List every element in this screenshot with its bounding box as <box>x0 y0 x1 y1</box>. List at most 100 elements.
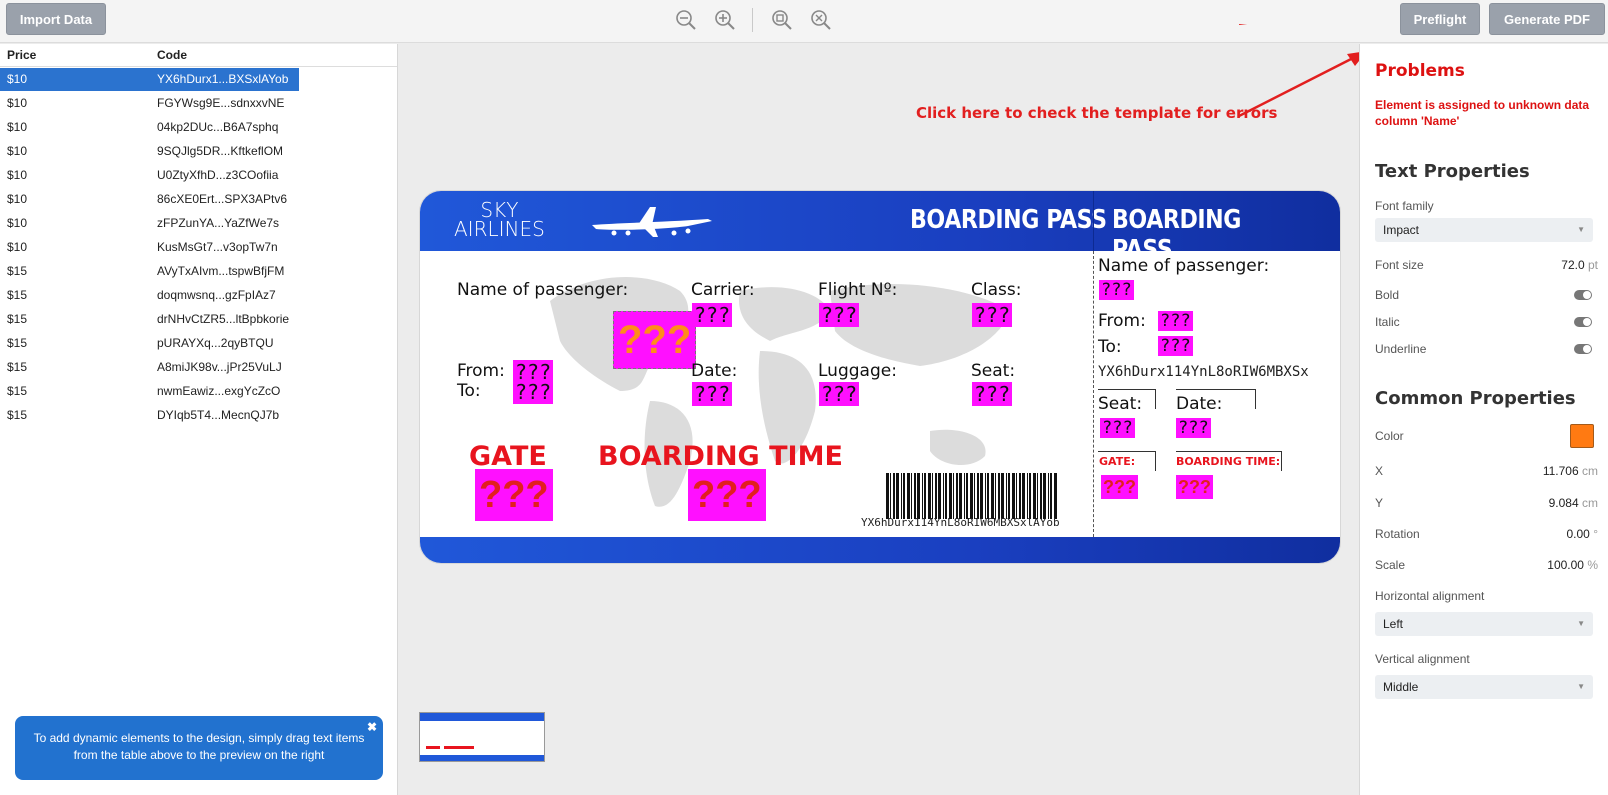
table-row[interactable]: $10 U0ZtyXfhD...z3COofiia <box>0 163 397 187</box>
rotation-field[interactable]: 0.00 ° <box>1566 527 1598 541</box>
horizontal-alignment-value: Left <box>1383 617 1404 631</box>
generate-pdf-button[interactable]: Generate PDF <box>1489 3 1605 35</box>
placeholder-boarding-time[interactable]: ??? <box>688 469 766 521</box>
stub-placeholder-seat[interactable]: ??? <box>1100 418 1135 438</box>
code-cell[interactable]: FGYWsg9E...sdnxxvNE <box>157 96 299 110</box>
page-thumbnail[interactable] <box>419 712 545 762</box>
bold-toggle[interactable] <box>1574 290 1592 300</box>
placeholder-luggage[interactable]: ??? <box>819 382 860 406</box>
italic-toggle[interactable] <box>1574 317 1592 327</box>
table-row[interactable]: $10 zFPZunYA...YaZfWe7s <box>0 211 397 235</box>
chevron-down-icon: ▼ <box>1577 682 1585 691</box>
scale-field[interactable]: 100.00 % <box>1547 558 1598 572</box>
placeholder-carrier[interactable]: ??? <box>692 303 733 327</box>
stub-placeholder-from[interactable]: ??? <box>1158 311 1193 331</box>
placeholder-gate[interactable]: ??? <box>475 469 553 521</box>
zoom-out-icon[interactable] <box>675 9 697 31</box>
underline-toggle[interactable] <box>1574 344 1592 354</box>
price-cell[interactable]: $15 <box>0 336 157 350</box>
code-cell[interactable]: DYIqb5T4...MecnQJ7b <box>157 408 299 422</box>
code-cell[interactable]: pURAYXq...2qyBTQU <box>157 336 299 350</box>
stub-placeholder-gate[interactable]: ??? <box>1101 475 1138 499</box>
font-family-select[interactable]: Impact ▼ <box>1375 218 1593 242</box>
zoom-fit-icon[interactable] <box>771 9 793 31</box>
price-cell[interactable]: $10 <box>0 192 157 206</box>
stub-placeholder-to[interactable]: ??? <box>1158 336 1193 356</box>
placeholder-passenger-name[interactable]: ??? <box>613 311 697 369</box>
code-cell[interactable]: KusMsGt7...v3opTw7n <box>157 240 299 254</box>
barcode-bar <box>932 473 933 519</box>
stub-placeholder-boarding-time[interactable]: ??? <box>1176 475 1213 499</box>
properties-panel: Problems Element is assigned to unknown … <box>1359 44 1608 795</box>
placeholder-to[interactable]: ??? <box>513 380 554 404</box>
preflight-button[interactable]: Preflight <box>1400 3 1480 35</box>
rotation-label: Rotation <box>1375 527 1420 541</box>
close-icon[interactable]: ✖ <box>367 719 377 736</box>
zoom-in-icon[interactable] <box>714 9 736 31</box>
placeholder-flight[interactable]: ??? <box>819 303 860 327</box>
barcode-bar <box>928 473 931 519</box>
zoom-reset-icon[interactable] <box>810 9 832 31</box>
code-cell[interactable]: AVyTxAIvm...tspwBfjFM <box>157 264 299 278</box>
table-row[interactable]: $15 A8miJK98v...jPr25VuLJ <box>0 355 397 379</box>
y-field[interactable]: 9.084 cm <box>1549 496 1598 510</box>
stub-placeholder-passenger-name[interactable]: ??? <box>1099 280 1134 300</box>
code-cell[interactable]: 04kp2DUc...B6A7sphq <box>157 120 299 134</box>
code-cell[interactable]: nwmEawiz...exgYcZcO <box>157 384 299 398</box>
code-cell[interactable]: 9SQJlg5DR...KftkeflOM <box>157 144 299 158</box>
barcode-bar <box>896 473 899 519</box>
table-row[interactable]: $15 AVyTxAIvm...tspwBfjFM <box>0 259 397 283</box>
code-cell[interactable]: 86cXE0Ert...SPX3APtv6 <box>157 192 299 206</box>
table-row[interactable]: $15 doqmwsnq...gzFpIAz7 <box>0 283 397 307</box>
vertical-alignment-select[interactable]: Middle ▼ <box>1375 675 1593 699</box>
table-row[interactable]: $15 drNHvCtZR5...ltBpbkorie <box>0 307 397 331</box>
x-field[interactable]: 11.706 cm <box>1543 464 1598 478</box>
price-cell[interactable]: $10 <box>0 168 157 182</box>
table-row[interactable]: $10 9SQJlg5DR...KftkeflOM <box>0 139 397 163</box>
price-cell[interactable]: $10 <box>0 216 157 230</box>
code-cell[interactable]: drNHvCtZR5...ltBpbkorie <box>157 312 299 326</box>
import-data-button[interactable]: Import Data <box>6 3 106 35</box>
price-cell[interactable]: $10 <box>0 240 157 254</box>
table-row[interactable]: $10 YX6hDurx1...BXSxlAYob <box>0 67 397 91</box>
column-header-price[interactable]: Price <box>0 48 157 62</box>
code-cell[interactable]: doqmwsnq...gzFpIAz7 <box>157 288 299 302</box>
font-size-field[interactable]: 72.0 pt <box>1561 258 1598 272</box>
price-cell[interactable]: $15 <box>0 312 157 326</box>
table-row[interactable]: $10 86cXE0Ert...SPX3APtv6 <box>0 187 397 211</box>
price-cell[interactable]: $15 <box>0 408 157 422</box>
code-cell[interactable]: U0ZtyXfhD...z3COofiia <box>157 168 299 182</box>
code-cell[interactable]: A8miJK98v...jPr25VuLJ <box>157 360 299 374</box>
column-header-code[interactable]: Code <box>157 48 299 62</box>
barcode-bar <box>938 473 941 519</box>
text-properties-title: Text Properties <box>1375 161 1530 182</box>
stub-placeholder-date[interactable]: ??? <box>1176 418 1211 438</box>
color-swatch[interactable] <box>1570 424 1594 448</box>
table-row[interactable]: $10 04kp2DUc...B6A7sphq <box>0 115 397 139</box>
code-cell[interactable]: YX6hDurx1...BXSxlAYob <box>157 72 299 86</box>
placeholder-seat[interactable]: ??? <box>972 382 1013 406</box>
scale-label: Scale <box>1375 558 1406 572</box>
barcode-bar <box>1008 473 1010 519</box>
boarding-pass-template[interactable]: SKY AIRLINES BOARDING PASS BOARDING PASS… <box>419 190 1341 564</box>
placeholder-class[interactable]: ??? <box>972 303 1013 327</box>
price-cell[interactable]: $15 <box>0 264 157 278</box>
table-row[interactable]: $10 KusMsGt7...v3opTw7n <box>0 235 397 259</box>
price-cell[interactable]: $10 <box>0 96 157 110</box>
problem-message[interactable]: Element is assigned to unknown data colu… <box>1375 97 1600 129</box>
table-row[interactable]: $15 DYIqb5T4...MecnQJ7b <box>0 403 397 427</box>
design-canvas[interactable]: Click here to check the template for err… <box>399 24 1367 795</box>
table-row[interactable]: $10 FGYWsg9E...sdnxxvNE <box>0 91 397 115</box>
price-cell[interactable]: $10 <box>0 120 157 134</box>
price-cell[interactable]: $10 <box>0 144 157 158</box>
horizontal-alignment-select[interactable]: Left ▼ <box>1375 612 1593 636</box>
price-cell[interactable]: $15 <box>0 360 157 374</box>
code-cell[interactable]: zFPZunYA...YaZfWe7s <box>157 216 299 230</box>
price-cell[interactable]: $15 <box>0 384 157 398</box>
stub-label-boarding-time: BOARDING TIME: <box>1176 455 1281 468</box>
price-cell[interactable]: $10 <box>0 72 157 86</box>
table-row[interactable]: $15 nwmEawiz...exgYcZcO <box>0 379 397 403</box>
placeholder-date[interactable]: ??? <box>692 382 733 406</box>
table-row[interactable]: $15 pURAYXq...2qyBTQU <box>0 331 397 355</box>
price-cell[interactable]: $15 <box>0 288 157 302</box>
